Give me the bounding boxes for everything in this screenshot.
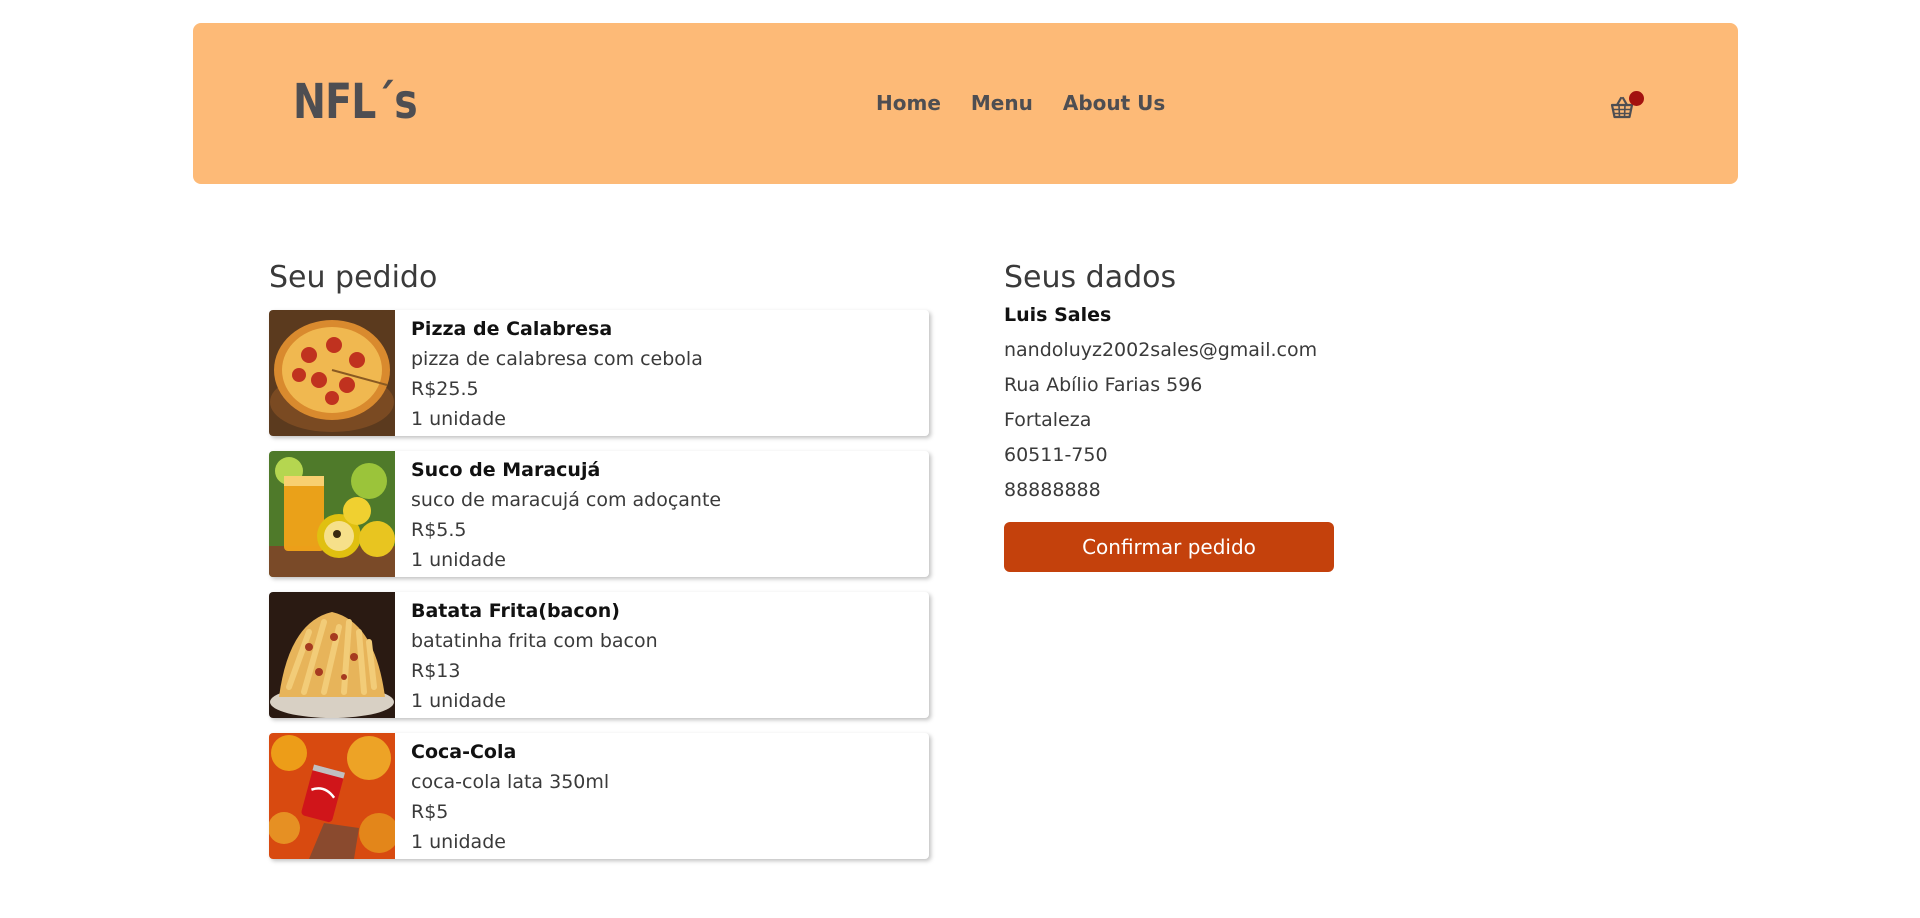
customer-name: Luis Sales — [1004, 304, 1112, 326]
item-quantity: 1 unidade — [411, 549, 506, 571]
customer-zip: 60511-750 — [1004, 444, 1108, 466]
pizza-image — [269, 310, 395, 436]
item-quantity: 1 unidade — [411, 408, 506, 430]
customer-address: Rua Abílio Farias 596 — [1004, 374, 1203, 396]
item-price: R$5.5 — [411, 519, 467, 541]
site-header: NFL´s Home Menu About Us — [193, 23, 1738, 184]
item-quantity: 1 unidade — [411, 690, 506, 712]
nav-home-link[interactable]: Home — [876, 91, 941, 115]
item-price: R$25.5 — [411, 378, 479, 400]
item-name: Suco de Maracujá — [411, 459, 601, 481]
item-description: coca-cola lata 350ml — [411, 771, 610, 793]
cart-button[interactable] — [1609, 91, 1644, 121]
item-quantity: 1 unidade — [411, 831, 506, 853]
order-item: Coca-Cola coca-cola lata 350ml R$5 1 uni… — [269, 733, 929, 859]
logo[interactable]: NFL´s — [293, 78, 418, 126]
item-description: batatinha frita com bacon — [411, 630, 658, 652]
item-price: R$13 — [411, 660, 461, 682]
customer-email: nandoluyz2002sales@gmail.com — [1004, 339, 1318, 361]
order-item: Batata Frita(bacon) batatinha frita com … — [269, 592, 929, 718]
nav-about-link[interactable]: About Us — [1063, 91, 1165, 115]
main-nav: Home Menu About Us — [876, 91, 1165, 115]
order-item: Pizza de Calabresa pizza de calabresa co… — [269, 310, 929, 436]
item-description: suco de maracujá com adoçante — [411, 489, 722, 511]
order-items-list: Pizza de Calabresa pizza de calabresa co… — [269, 310, 929, 874]
customer-data-title: Seus dados — [1004, 260, 1177, 295]
item-name: Batata Frita(bacon) — [411, 600, 620, 622]
item-name: Coca-Cola — [411, 741, 517, 763]
coca-cola-can-image — [269, 733, 395, 859]
customer-phone: 88888888 — [1004, 479, 1101, 501]
item-name: Pizza de Calabresa — [411, 318, 613, 340]
customer-data: Luis Sales nandoluyz2002sales@gmail.com … — [1004, 298, 1317, 508]
item-description: pizza de calabresa com cebola — [411, 348, 703, 370]
passion-fruit-juice-image — [269, 451, 395, 577]
confirm-order-button[interactable]: Confirmar pedido — [1004, 522, 1334, 572]
fries-bacon-image — [269, 592, 395, 718]
order-item: Suco de Maracujá suco de maracujá com ad… — [269, 451, 929, 577]
cart-badge — [1629, 91, 1644, 106]
order-title: Seu pedido — [269, 260, 438, 295]
item-price: R$5 — [411, 801, 449, 823]
customer-city: Fortaleza — [1004, 409, 1092, 431]
nav-menu-link[interactable]: Menu — [971, 91, 1033, 115]
